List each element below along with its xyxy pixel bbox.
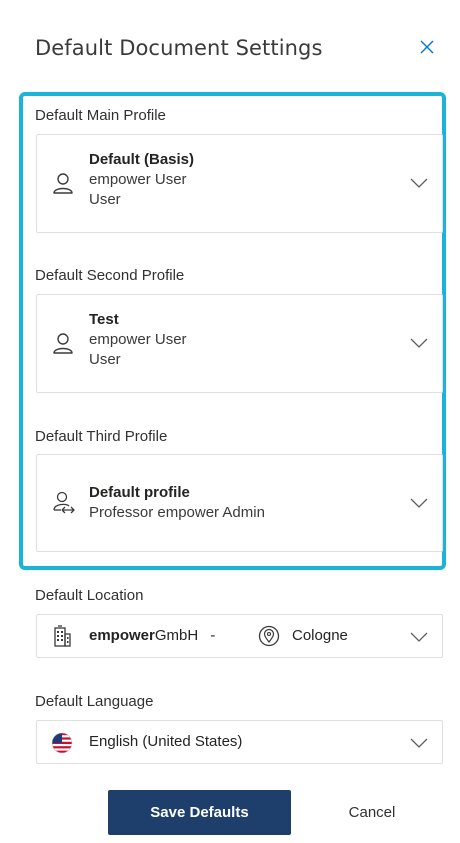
location-separator: - xyxy=(210,627,216,644)
location-dropdown[interactable]: empowerGmbH - Cologne xyxy=(36,614,443,658)
user-icon xyxy=(53,333,73,354)
main-profile-dropdown[interactable]: Default (Basis) empower User User xyxy=(36,134,443,233)
second-profile-dropdown[interactable]: Test empower User User xyxy=(36,294,443,393)
chevron-down-icon xyxy=(410,178,428,188)
user-swap-icon xyxy=(53,491,75,514)
location-label: Default Location xyxy=(35,587,144,604)
main-profile-line2: empower User xyxy=(89,171,187,188)
close-button[interactable] xyxy=(412,32,442,62)
second-profile-name: Test xyxy=(89,311,119,328)
cancel-button[interactable]: Cancel xyxy=(320,790,424,835)
main-profile-name: Default (Basis) xyxy=(89,151,195,168)
location-city: Cologne xyxy=(292,627,348,644)
main-profile-line3: User xyxy=(89,191,121,208)
third-profile-name: Default profile xyxy=(89,484,190,501)
location-company-bold: empower xyxy=(89,627,155,644)
second-profile-line3: User xyxy=(89,351,121,368)
chevron-down-icon xyxy=(410,738,428,748)
third-profile-line2: Professor empower Admin xyxy=(89,504,265,521)
second-profile-label: Default Second Profile xyxy=(35,267,185,284)
third-profile-dropdown[interactable]: Default profile Professor empower Admin xyxy=(36,454,443,552)
chevron-down-icon xyxy=(410,338,428,348)
language-label: Default Language xyxy=(35,693,154,710)
location-pin-icon xyxy=(258,625,280,647)
user-icon xyxy=(53,173,73,194)
language-dropdown[interactable]: English (United States) xyxy=(36,720,443,764)
chevron-down-icon xyxy=(410,632,428,642)
chevron-down-icon xyxy=(410,498,428,508)
third-profile-label: Default Third Profile xyxy=(35,428,168,445)
dialog-title: Default Document Settings xyxy=(35,36,323,60)
language-value: English (United States) xyxy=(89,733,243,750)
us-flag-icon xyxy=(51,732,73,754)
second-profile-line2: empower User xyxy=(89,331,187,348)
close-icon xyxy=(420,40,434,54)
save-defaults-button[interactable]: Save Defaults xyxy=(108,790,291,835)
building-icon xyxy=(54,625,71,647)
main-profile-label: Default Main Profile xyxy=(35,107,166,124)
location-company-rest: GmbH xyxy=(154,627,199,644)
